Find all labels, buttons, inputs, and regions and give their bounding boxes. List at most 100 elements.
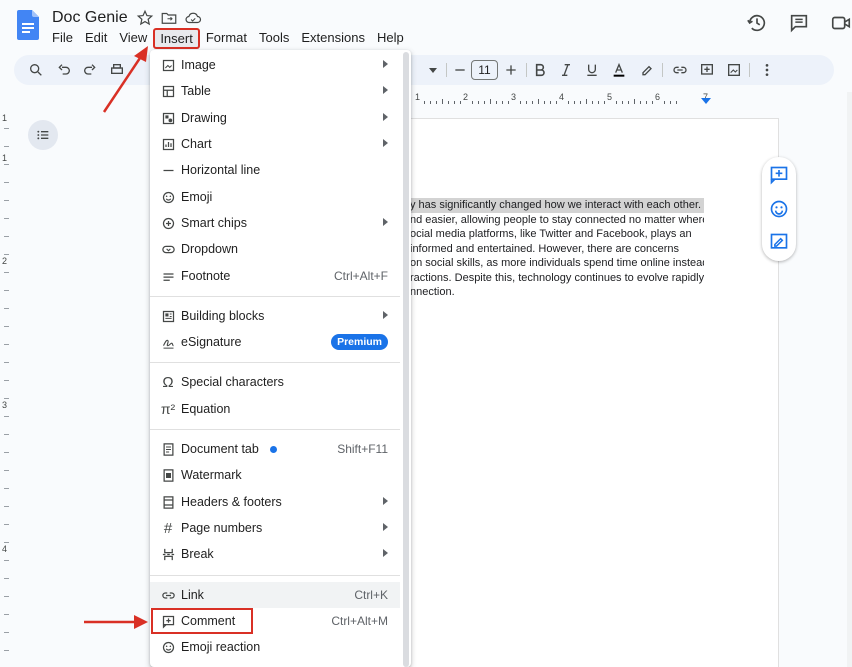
- vertical-ruler-tick: [4, 398, 9, 399]
- ruler-tick: [460, 101, 461, 104]
- vertical-ruler-tick: [4, 362, 9, 363]
- vertical-ruler-number: 1: [2, 153, 8, 163]
- font-size-input[interactable]: 11: [471, 60, 498, 80]
- vertical-ruler-tick: [4, 452, 9, 453]
- menu-item-label: Emoji reaction: [181, 640, 261, 654]
- ruler-tick: [484, 101, 485, 104]
- submenu-arrow-icon: [383, 60, 388, 68]
- vertical-ruler-number: 4: [2, 544, 8, 554]
- right-scroll-area: [847, 92, 852, 667]
- insert-menu-item-break[interactable]: Break: [150, 541, 400, 567]
- menu-item-label: Special characters: [181, 375, 284, 389]
- vertical-ruler-tick: [4, 200, 9, 201]
- hash-icon: #: [163, 519, 173, 537]
- vertical-ruler-tick: [4, 326, 9, 327]
- insert-image-icon[interactable]: [724, 60, 744, 80]
- headers-footers-icon: [160, 494, 176, 510]
- insert-menu-item-image[interactable]: Image: [150, 52, 400, 78]
- insert-menu-item-horizontal-line[interactable]: Horizontal line: [150, 157, 400, 183]
- redo-icon[interactable]: [80, 60, 100, 80]
- menu-item-label: Footnote: [181, 269, 231, 283]
- bold-icon[interactable]: [530, 60, 550, 80]
- insert-menu-item-building-blocks[interactable]: Building blocks: [150, 303, 400, 329]
- ruler-tick: [640, 101, 641, 104]
- ruler-tick: [436, 101, 437, 104]
- menu-extensions[interactable]: Extensions: [295, 28, 371, 49]
- more-options-icon[interactable]: [757, 60, 777, 80]
- insert-menu-item-esignature[interactable]: eSignature Premium: [150, 329, 400, 355]
- menu-format[interactable]: Format: [200, 28, 253, 49]
- font-dropdown-arrow-icon[interactable]: [423, 60, 443, 80]
- vertical-ruler-tick: [4, 344, 9, 345]
- ruler-number: 4: [559, 92, 565, 102]
- dropdown-icon: [160, 241, 176, 257]
- submenu-arrow-icon: [383, 113, 388, 121]
- insert-menu-item-document-tab[interactable]: Document tab Shift+F11: [150, 436, 400, 462]
- menu-help[interactable]: Help: [371, 28, 410, 49]
- menu-tools[interactable]: Tools: [253, 28, 295, 49]
- menu-file[interactable]: File: [46, 28, 79, 49]
- decrease-font-size-icon[interactable]: [450, 60, 470, 80]
- submenu-arrow-icon: [383, 139, 388, 147]
- insert-menu-item-smart-chips[interactable]: Smart chips: [150, 210, 400, 236]
- insert-link-icon[interactable]: [670, 60, 690, 80]
- toolbar-divider: [446, 63, 447, 77]
- document-body[interactable]: y has significantly changed how we inter…: [410, 198, 704, 300]
- ruler-tick: [448, 101, 449, 104]
- vertical-ruler-tick: [4, 506, 9, 507]
- vertical-ruler-tick: [4, 254, 9, 255]
- ruler-tick: [592, 101, 593, 104]
- footnote-icon: [160, 268, 176, 284]
- docs-logo-icon[interactable]: [17, 10, 39, 40]
- vertical-ruler-tick: [4, 290, 9, 291]
- add-emoji-reaction-icon[interactable]: [769, 199, 789, 219]
- search-menus-icon[interactable]: [26, 60, 46, 80]
- insert-menu-item-chart[interactable]: Chart: [150, 131, 400, 157]
- italic-icon[interactable]: [556, 60, 576, 80]
- increase-font-size-icon[interactable]: [501, 60, 521, 80]
- menu-insert[interactable]: Insert: [153, 28, 200, 49]
- undo-icon[interactable]: [54, 60, 74, 80]
- document-tab-icon: [160, 441, 176, 457]
- insert-menu-item-page-numbers[interactable]: # Page numbers: [150, 515, 400, 541]
- cloud-saved-icon[interactable]: [184, 9, 202, 27]
- insert-menu-item-equation[interactable]: π² Equation: [150, 396, 400, 422]
- meet-icon[interactable]: [830, 12, 852, 34]
- insert-menu-scrollbar[interactable]: [403, 52, 409, 667]
- ruler-tick: [616, 101, 617, 104]
- insert-menu-item-dropdown[interactable]: Dropdown: [150, 236, 400, 262]
- comments-icon[interactable]: [788, 12, 810, 34]
- esignature-icon: [160, 334, 176, 350]
- insert-menu-item-table[interactable]: Table: [150, 78, 400, 104]
- vertical-ruler-number: 2: [2, 256, 8, 266]
- ruler-tick: [580, 101, 581, 104]
- insert-menu-item-headers-footers[interactable]: Headers & footers: [150, 489, 400, 515]
- ruler-tick: [598, 101, 599, 104]
- suggest-edits-icon[interactable]: [769, 232, 789, 252]
- insert-menu-item-emoji-reaction[interactable]: Emoji reaction: [150, 634, 400, 660]
- insert-menu-item-drawing[interactable]: Drawing: [150, 105, 400, 131]
- underline-icon[interactable]: [582, 60, 602, 80]
- doc-title[interactable]: Doc Genie: [52, 9, 128, 27]
- image-icon: [160, 57, 176, 73]
- toolbar-divider: [662, 63, 663, 77]
- version-history-icon[interactable]: [746, 12, 768, 34]
- move-folder-icon[interactable]: [160, 9, 178, 27]
- highlight-color-icon[interactable]: [637, 60, 657, 80]
- insert-menu-item-link[interactable]: Link Ctrl+K: [150, 582, 400, 608]
- text-color-icon[interactable]: [609, 60, 629, 80]
- star-icon[interactable]: [136, 9, 154, 27]
- right-indent-marker[interactable]: [701, 98, 711, 104]
- insert-menu-item-special-characters[interactable]: Ω Special characters: [150, 369, 400, 395]
- add-comment-icon[interactable]: [697, 60, 717, 80]
- document-outline-button[interactable]: [28, 120, 58, 150]
- insert-menu-item-emoji[interactable]: Emoji: [150, 184, 400, 210]
- insert-menu-item-watermark[interactable]: Watermark: [150, 462, 400, 488]
- menu-item-label: Document tab: [181, 442, 259, 456]
- add-comment-icon[interactable]: [769, 165, 789, 185]
- ruler-tick: [574, 101, 575, 104]
- insert-menu-item-footnote[interactable]: Footnote Ctrl+Alt+F: [150, 263, 400, 289]
- horizontal-ruler[interactable]: 1234567: [408, 92, 778, 106]
- submenu-arrow-icon: [383, 523, 388, 531]
- arrow-to-comment-item-icon: [84, 615, 148, 629]
